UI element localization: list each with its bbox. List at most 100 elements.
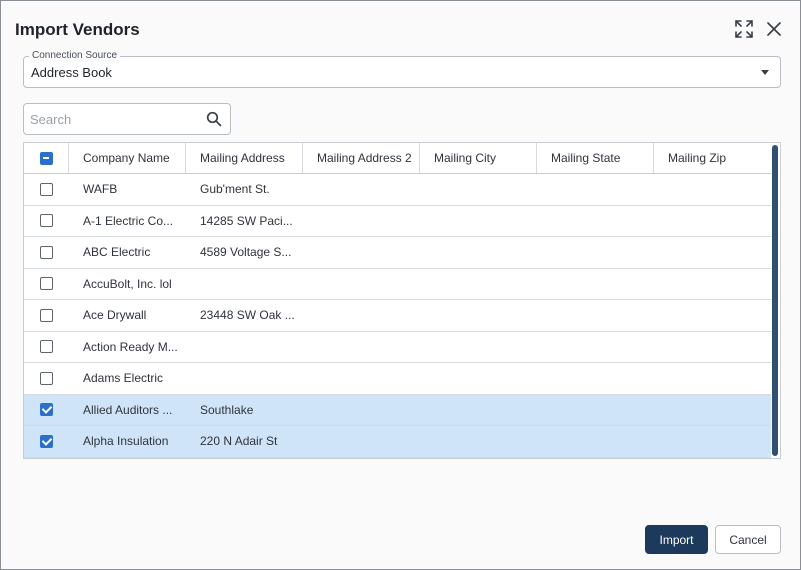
table-row[interactable]: Allied Auditors ... Southlake [24,394,772,426]
cell-mailing-state [537,395,654,426]
connection-source-select[interactable]: Connection Source Address Book [23,50,781,88]
cell-mailing-zip [654,269,772,300]
cell-mailing-city [420,426,537,457]
table-row[interactable]: Ace Drywall 23448 SW Oak ... [24,300,772,332]
row-checkbox-cell [24,269,69,300]
cell-mailing-state [537,363,654,394]
table-row[interactable]: AccuBolt, Inc. lol [24,269,772,300]
import-button[interactable]: Import [645,525,708,554]
cell-company-name: A-1 Electric Co... [83,213,174,228]
cell-mailing-city [420,174,537,205]
row-checkbox-cell [24,174,69,205]
cell-mailing-address-2 [303,300,420,331]
cancel-button[interactable]: Cancel [715,525,781,554]
cell-mailing-zip [654,237,772,268]
cell-mailing-zip [654,206,772,237]
search-icon[interactable] [206,111,222,127]
cell-mailing-address: Southlake [200,402,254,417]
column-header-company-name[interactable]: Company Name [69,143,186,173]
cell-mailing-address: 14285 SW Paci... [200,213,293,228]
dialog-title: Import Vendors [15,20,140,39]
row-checkbox[interactable] [40,214,53,228]
chevron-down-icon [761,70,769,75]
search-input[interactable] [30,110,200,128]
cell-mailing-address [186,332,303,363]
row-checkbox-cell [24,300,69,331]
table-row[interactable]: A-1 Electric Co... 14285 SW Paci... [24,206,772,237]
cell-mailing-zip [654,300,772,331]
row-checkbox-cell [24,237,69,268]
cell-company-name: ABC Electric [83,245,151,260]
import-vendors-dialog: Import Vendors Connection Source Address… [0,0,801,570]
row-checkbox-cell [24,363,69,394]
row-checkbox[interactable] [40,340,53,354]
cell-company-name: Allied Auditors ... [83,402,173,417]
cell-mailing-zip [654,332,772,363]
row-checkbox-cell [24,332,69,363]
cell-company-name: AccuBolt, Inc. lol [83,276,172,291]
search-box [23,103,231,135]
cell-mailing-zip [654,363,772,394]
table-row[interactable]: Action Ready M... [24,332,772,363]
cell-mailing-zip [654,395,772,426]
cell-mailing-address [186,363,303,394]
vertical-scrollbar[interactable] [771,143,780,458]
header-checkbox-cell [24,143,69,173]
row-checkbox[interactable] [40,308,53,322]
column-header-mailing-state[interactable]: Mailing State [537,143,654,173]
cell-mailing-address: 23448 SW Oak ... [200,308,295,323]
row-checkbox[interactable] [40,434,53,448]
cell-mailing-city [420,300,537,331]
cell-mailing-address-2 [303,237,420,268]
cell-mailing-state [537,269,654,300]
cell-mailing-address-2 [303,395,420,426]
cell-mailing-city [420,395,537,426]
row-checkbox[interactable] [40,245,53,259]
row-checkbox-cell [24,395,69,426]
cell-mailing-city [420,269,537,300]
table-body: WAFB Gub'ment St. A-1 Electric Co... 142… [24,174,772,458]
cell-mailing-state [537,206,654,237]
vendors-table: Company Name Mailing Address Mailing Add… [23,142,781,459]
select-all-checkbox[interactable] [39,151,53,165]
cell-mailing-address-2 [303,426,420,457]
scrollbar-thumb[interactable] [772,145,778,456]
row-checkbox[interactable] [40,371,53,385]
cell-company-name: Action Ready M... [83,339,178,354]
row-checkbox-cell [24,206,69,237]
column-header-mailing-city[interactable]: Mailing City [420,143,537,173]
cell-mailing-city [420,237,537,268]
cell-mailing-address-2 [303,174,420,205]
column-header-mailing-address-2[interactable]: Mailing Address 2 [303,143,420,173]
row-checkbox[interactable] [40,277,53,291]
cell-mailing-address-2 [303,363,420,394]
cell-mailing-zip [654,426,772,457]
table-header: Company Name Mailing Address Mailing Add… [24,143,772,174]
cell-mailing-address-2 [303,269,420,300]
cell-company-name: Adams Electric [83,371,164,386]
row-checkbox[interactable] [40,182,53,196]
cell-mailing-state [537,174,654,205]
cell-mailing-state [537,300,654,331]
cell-mailing-city [420,332,537,363]
table-row[interactable]: Alpha Insulation 220 N Adair St [24,426,772,458]
cell-mailing-city [420,206,537,237]
column-header-mailing-zip[interactable]: Mailing Zip [654,143,772,173]
cell-mailing-address-2 [303,206,420,237]
expand-icon[interactable] [733,18,755,40]
cell-mailing-state [537,237,654,268]
cell-mailing-state [537,426,654,457]
cell-mailing-address: 4589 Voltage S... [200,245,292,260]
cell-mailing-state [537,332,654,363]
cell-mailing-address [186,269,303,300]
cell-mailing-zip [654,174,772,205]
row-checkbox[interactable] [40,403,53,417]
column-header-mailing-address[interactable]: Mailing Address [186,143,303,173]
table-row[interactable]: ABC Electric 4589 Voltage S... [24,237,772,269]
table-row[interactable]: Adams Electric [24,363,772,395]
cell-mailing-address: 220 N Adair St [200,434,278,449]
close-icon[interactable] [763,18,785,40]
cell-company-name: WAFB [83,182,118,197]
table-row[interactable]: WAFB Gub'ment St. [24,174,772,206]
cell-mailing-address-2 [303,332,420,363]
